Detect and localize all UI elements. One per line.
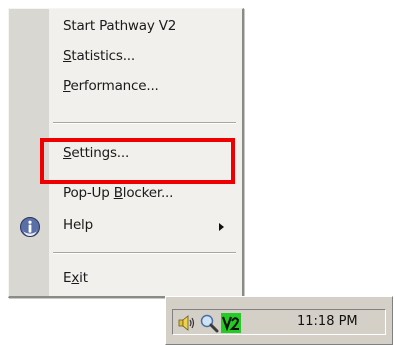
tray-clock[interactable]: 11:18 PM (297, 314, 358, 329)
speaker-icon[interactable] (177, 313, 197, 333)
menu-item-label: Performance... (63, 78, 159, 94)
settings-highlight-box (40, 138, 235, 184)
menu-item-statistics[interactable]: Statistics... (9, 43, 242, 73)
menu-item-label: Statistics... (63, 48, 135, 64)
menu-item-label: Help (63, 217, 93, 233)
menu-item-label: Start Pathway V2 (63, 18, 177, 34)
notification-area: 11:18 PM (172, 309, 386, 335)
menu-separator (53, 252, 236, 254)
taskbar-tray: 11:18 PM (165, 296, 393, 345)
menu-item-help[interactable]: Help (9, 212, 242, 242)
menu-item-label: Pop-Up Blocker... (63, 185, 174, 201)
menu-item-exit[interactable]: Exit (9, 265, 242, 295)
menu-item-performance[interactable]: Performance... (9, 73, 242, 103)
info-icon (20, 217, 40, 237)
menu-separator (53, 122, 236, 124)
pathway-v2-icon[interactable] (221, 313, 241, 333)
menu-item-label: Exit (63, 270, 88, 286)
menu-item-start-pathway[interactable]: Start Pathway V2 (9, 13, 242, 43)
menu-item-popup-blocker[interactable]: Pop-Up Blocker... (9, 180, 242, 210)
submenu-arrow-icon (219, 223, 224, 231)
magnifier-icon[interactable] (199, 313, 219, 333)
